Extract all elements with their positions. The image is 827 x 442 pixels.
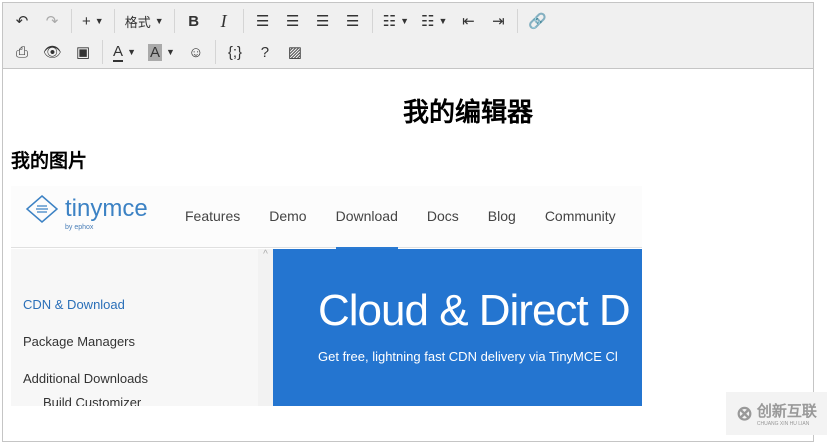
caret-down-icon: ▼ xyxy=(154,16,164,26)
hero-banner: Cloud & Direct D Get free, lightning fas… xyxy=(273,249,642,406)
code-sample-icon: {;} xyxy=(227,43,243,61)
align-center-button[interactable]: ☰ xyxy=(278,8,308,34)
editor-heading: 我的编辑器 xyxy=(403,98,534,128)
code-sample-button[interactable]: {;} xyxy=(220,39,250,65)
align-right-icon: ☰ xyxy=(315,13,330,30)
italic-button[interactable]: I xyxy=(209,8,239,34)
link-button[interactable]: 🔗 xyxy=(522,8,553,34)
outdent-button[interactable]: ⇤ xyxy=(453,8,483,34)
link-icon: 🔗 xyxy=(528,13,548,30)
toolbar-separator xyxy=(371,9,373,33)
tinymce-diamond-icon xyxy=(25,195,59,223)
print-button[interactable]: ⎙ xyxy=(7,39,37,65)
site-sidebar: CDN & Download Package Managers Addition… xyxy=(11,249,258,406)
insert-icon: + xyxy=(82,12,91,30)
sidebar-build-customizer: Build Customizer xyxy=(43,395,142,406)
caret-down-icon: ▼ xyxy=(438,16,448,26)
text-color-button[interactable]: A ▼ xyxy=(107,39,142,65)
media-icon: ▣ xyxy=(75,44,91,61)
toolbar-separator xyxy=(517,9,519,33)
preview-button[interactable]: 👁 xyxy=(37,39,68,65)
bullet-list-button[interactable]: ☷ ▼ xyxy=(377,8,415,34)
caret-down-icon: ▼ xyxy=(94,16,104,26)
nav-docs: Docs xyxy=(426,208,459,224)
editor-content[interactable]: 我的编辑器 我的图片 tinymce by ephox Features Dem… xyxy=(3,70,813,441)
image-icon: ▨ xyxy=(287,44,303,61)
justify-button[interactable]: ☰ xyxy=(338,8,368,34)
nav-blog: Blog xyxy=(487,208,516,224)
outdent-icon: ⇤ xyxy=(462,13,475,30)
image-heading: 我的图片 xyxy=(11,150,88,172)
help-button[interactable]: ? xyxy=(250,39,280,65)
editor: ↶ ↷ + ▼ 格式 ▼ B I ☰ ☰ ☰ ☰ ☷ ▼ ☷ ▼ ⇤ ⇥ 🔗 ⎙ 👁 ▣ A ▼ A ▼ ☺ {;}? ▨ 我的编辑器… xyxy=(2,2,814,442)
help-icon: ? xyxy=(260,43,270,61)
sidebar-additional-downloads: Additional Downloads xyxy=(23,371,149,386)
italic-icon: I xyxy=(220,10,227,31)
toolbar-separator xyxy=(71,9,72,33)
format-icon: 格式 xyxy=(124,14,151,30)
indent-button[interactable]: ⇥ xyxy=(483,8,513,34)
nav-community: Community xyxy=(544,208,616,224)
site-nav: Features Demo Download Docs Blog Communi… xyxy=(185,208,642,249)
toolbar-separator xyxy=(214,40,216,64)
numbered-list-button[interactable]: ☷ ▼ xyxy=(415,8,453,34)
hero-subtitle: Get free, lightning fast CDN delivery vi… xyxy=(318,349,618,364)
toolbar-row-1: ↶ ↷ + ▼ 格式 ▼ B I ☰ ☰ ☰ ☰ ☷ ▼ ☷ ▼ ⇤ ⇥ 🔗 xyxy=(7,6,553,36)
nav-download: Download xyxy=(335,208,399,249)
hero-title: Cloud & Direct D xyxy=(318,286,631,335)
site-header: tinymce by ephox Features Demo Download … xyxy=(11,186,642,249)
bold-icon: B xyxy=(188,12,200,30)
format-button[interactable]: 格式 ▼ xyxy=(119,8,170,34)
print-icon: ⎙ xyxy=(15,43,28,61)
preview-icon: 👁 xyxy=(43,44,63,61)
redo-icon: ↷ xyxy=(45,13,59,30)
indent-icon: ⇥ xyxy=(492,13,505,30)
undo-button[interactable]: ↶ xyxy=(7,8,37,34)
align-left-icon: ☰ xyxy=(255,13,270,30)
sidebar-package-managers: Package Managers xyxy=(23,334,136,349)
embedded-image[interactable]: tinymce by ephox Features Demo Download … xyxy=(11,186,642,406)
background-color-icon: A xyxy=(147,43,162,61)
bold-button[interactable]: B xyxy=(179,8,209,34)
bullet-list-icon: ☷ xyxy=(382,13,397,30)
align-left-button[interactable]: ☰ xyxy=(248,8,278,34)
toolbar: ↶ ↷ + ▼ 格式 ▼ B I ☰ ☰ ☰ ☰ ☷ ▼ ☷ ▼ ⇤ ⇥ 🔗 ⎙ 👁 ▣ A ▼ A ▼ ☺ {;}? ▨ xyxy=(3,3,813,69)
toolbar-separator xyxy=(242,9,244,33)
tinymce-logo: tinymce by ephox xyxy=(25,194,148,231)
emoticons-icon: ☺ xyxy=(188,43,204,61)
background-color-button[interactable]: A ▼ xyxy=(142,39,181,65)
insert-button[interactable]: + ▼ xyxy=(76,8,110,34)
align-center-icon: ☰ xyxy=(285,13,300,30)
numbered-list-icon: ☷ xyxy=(421,13,435,30)
undo-icon: ↶ xyxy=(15,13,29,30)
toolbar-row-2: ⎙ 👁 ▣ A ▼ A ▼ ☺ {;}? ▨ xyxy=(7,37,310,67)
sidebar-cdn: CDN & Download xyxy=(23,297,125,312)
toolbar-separator xyxy=(113,9,115,33)
watermark-logo: ⊗ 创新互联 CHUANG XIN HU LIAN xyxy=(726,392,827,435)
toolbar-separator xyxy=(102,40,104,64)
align-right-button[interactable]: ☰ xyxy=(308,8,338,34)
caret-down-icon: ▼ xyxy=(127,47,136,57)
media-button[interactable]: ▣ xyxy=(68,39,98,65)
emoticons-button[interactable]: ☺ xyxy=(181,39,211,65)
redo-button[interactable]: ↷ xyxy=(37,8,67,34)
image-button[interactable]: ▨ xyxy=(280,39,310,65)
nav-features: Features xyxy=(185,208,241,224)
nav-demo: Demo xyxy=(269,208,307,224)
toolbar-separator xyxy=(173,9,175,33)
caret-down-icon: ▼ xyxy=(400,16,409,26)
caret-down-icon: ▼ xyxy=(166,47,175,57)
text-color-icon: A xyxy=(113,42,124,62)
justify-icon: ☰ xyxy=(345,13,360,30)
sidebar-scrollbar: ^ xyxy=(258,249,273,406)
